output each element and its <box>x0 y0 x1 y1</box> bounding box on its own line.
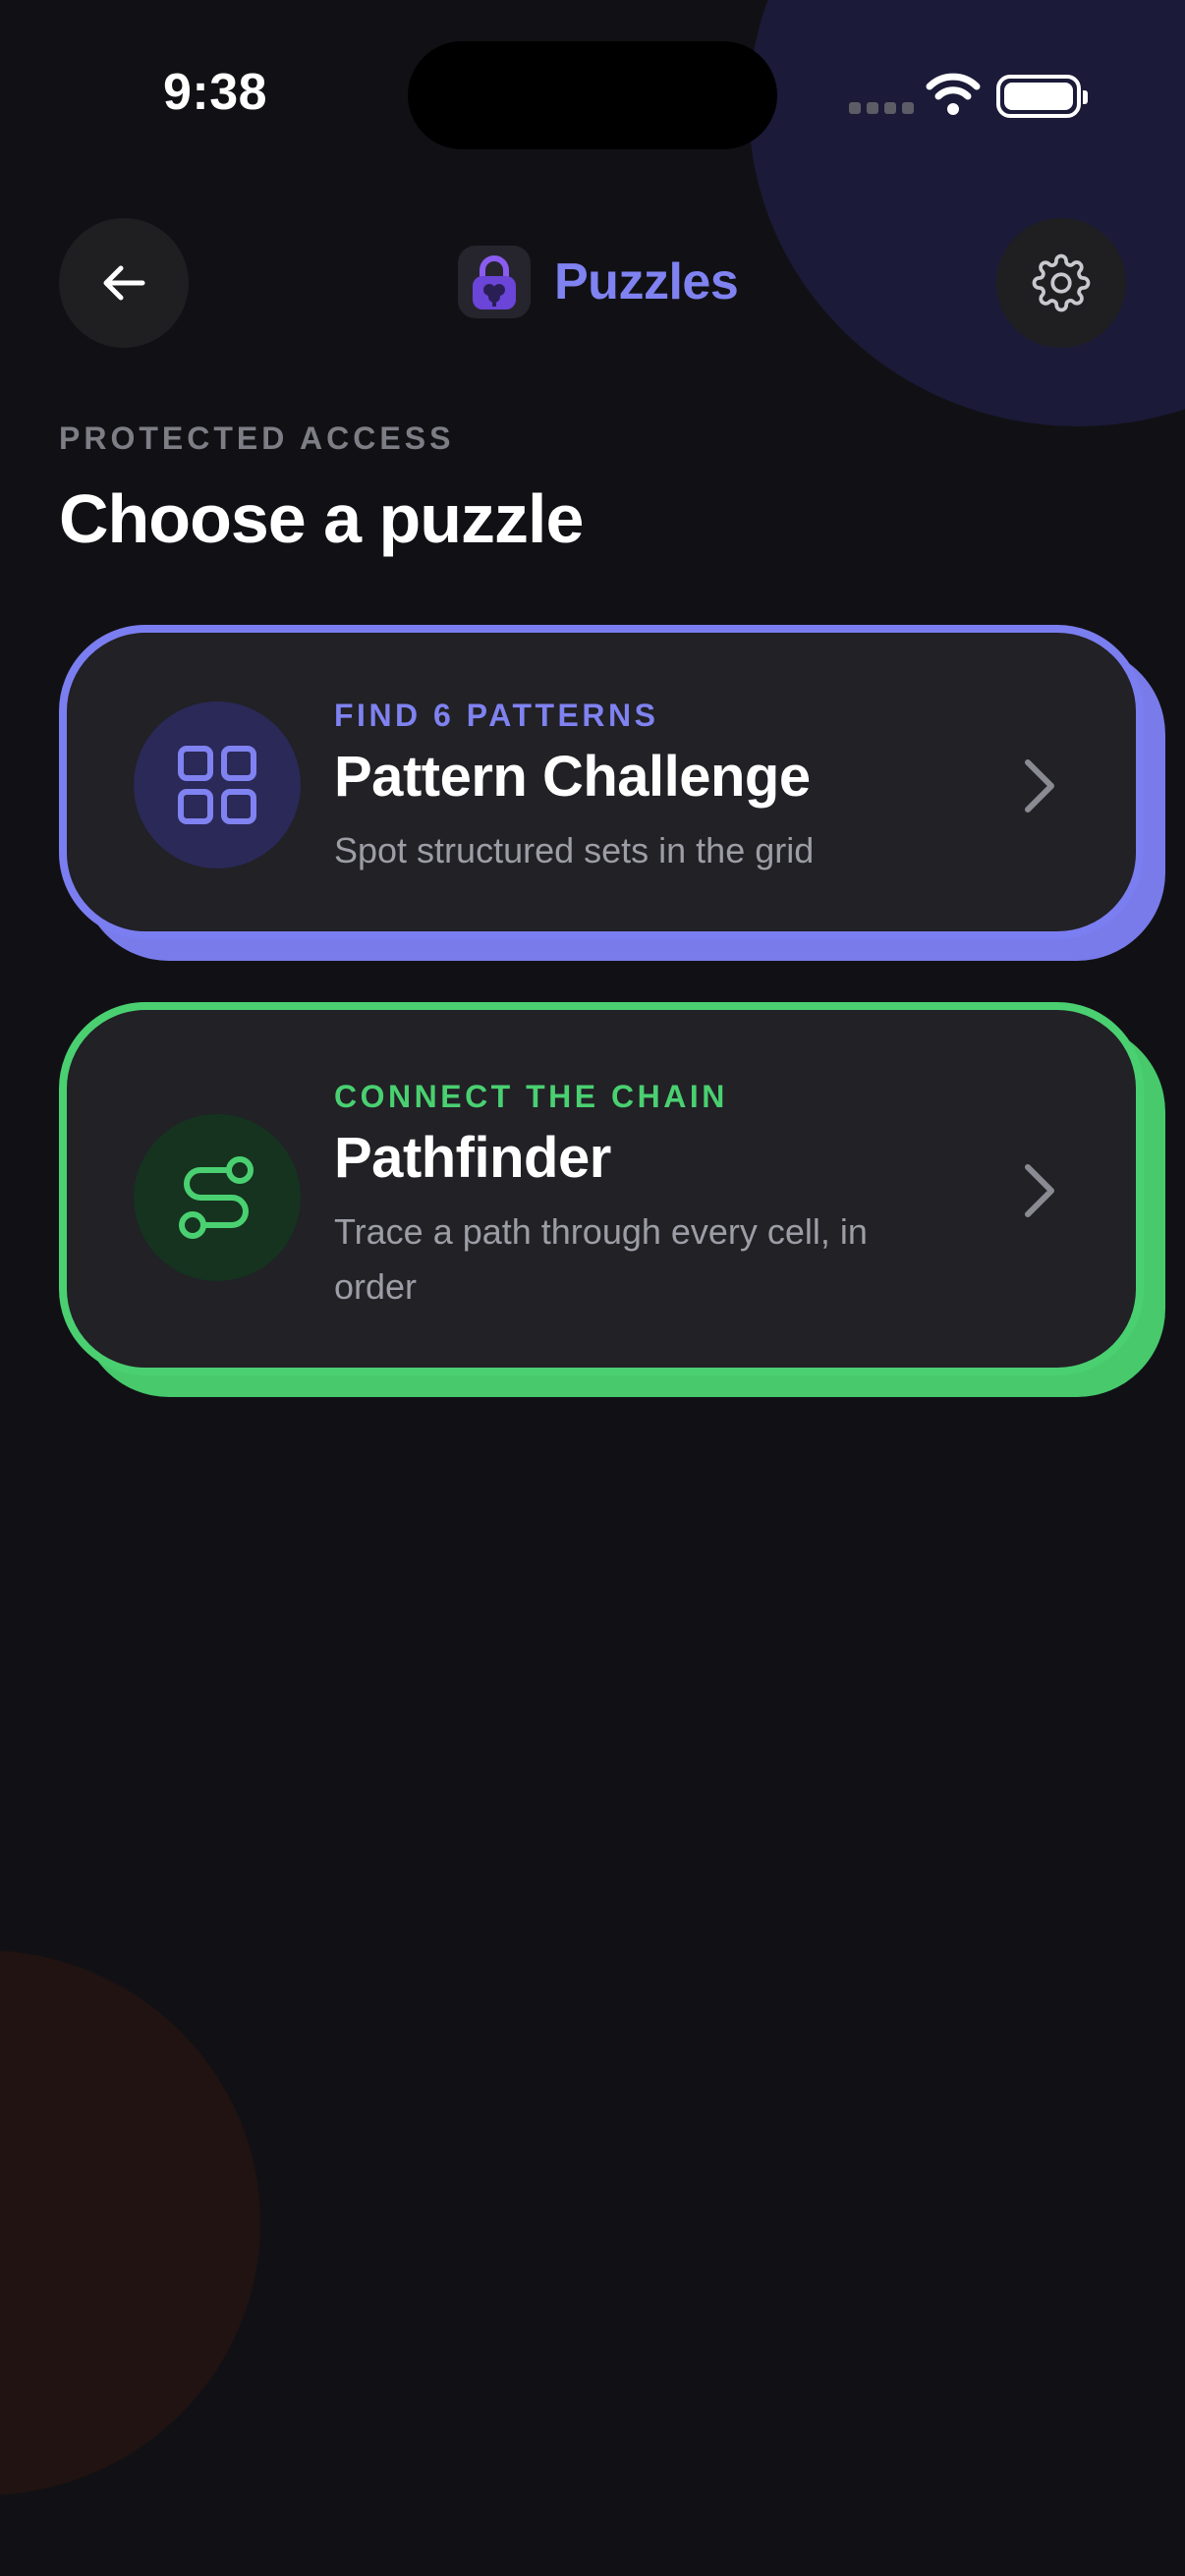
decorative-blob-top <box>749 0 1185 426</box>
section-kicker: PROTECTED ACCESS <box>59 420 455 456</box>
chevron-right-icon <box>1025 759 1054 812</box>
card-body[interactable]: FIND 6 PATTERNS Pattern Challenge Spot s… <box>59 625 1144 939</box>
card-text: FIND 6 PATTERNS Pattern Challenge Spot s… <box>334 698 959 878</box>
grid-icon <box>134 701 301 868</box>
settings-button[interactable] <box>996 218 1126 348</box>
card-title: Pattern Challenge <box>334 745 811 809</box>
card-eyebrow: FIND 6 PATTERNS <box>334 698 659 733</box>
gear-icon <box>1032 253 1091 312</box>
header-brand: Puzzles <box>458 246 739 318</box>
card-text: CONNECT THE CHAIN Pathfinder Trace a pat… <box>334 1079 959 1315</box>
dynamic-island <box>408 41 777 149</box>
padlock-brain-icon <box>458 246 531 318</box>
route-icon <box>134 1114 301 1281</box>
card-body[interactable]: CONNECT THE CHAIN Pathfinder Trace a pat… <box>59 1002 1144 1375</box>
wifi-icon <box>926 73 981 115</box>
page-title: Choose a puzzle <box>59 480 584 557</box>
card-description: Trace a path through every cell, in orde… <box>334 1211 868 1307</box>
arrow-left-icon <box>103 265 145 301</box>
puzzles-screen: 9:38 Puzzles PROTECTED ACCESS Choose a p… <box>0 0 1185 2576</box>
card-description: Spot structured sets in the grid <box>334 830 815 870</box>
chevron-right-icon <box>1025 1164 1054 1217</box>
status-time: 9:38 <box>163 64 268 121</box>
puzzle-card-pattern-challenge[interactable]: FIND 6 PATTERNS Pattern Challenge Spot s… <box>59 625 1165 961</box>
card-title: Pathfinder <box>334 1126 611 1190</box>
back-button[interactable] <box>59 218 189 348</box>
puzzle-card-pathfinder[interactable]: CONNECT THE CHAIN Pathfinder Trace a pat… <box>59 1002 1165 1397</box>
card-eyebrow: CONNECT THE CHAIN <box>334 1079 728 1114</box>
cellular-signal-icon <box>849 102 914 114</box>
decorative-blob-bottom <box>0 1950 260 2495</box>
battery-icon <box>996 75 1088 118</box>
header-title: Puzzles <box>554 253 739 310</box>
